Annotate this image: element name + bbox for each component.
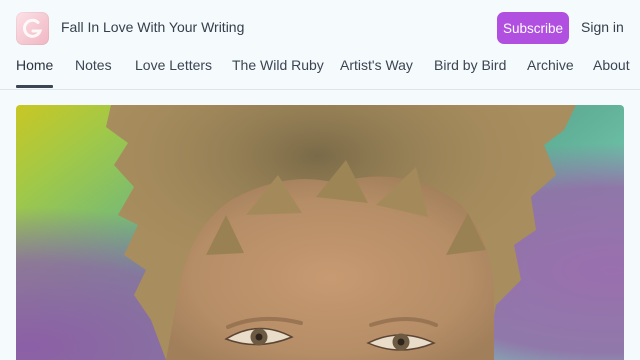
site-header: Fall In Love With Your Writing Subscribe… [0, 0, 640, 56]
nav-item-home[interactable]: Home [16, 57, 54, 88]
nav-item-the-wild-ruby[interactable]: The Wild Ruby [232, 57, 324, 88]
nav-item-love-letters[interactable]: Love Letters [135, 57, 212, 88]
publication-logo-icon[interactable] [16, 12, 49, 45]
nav-item-notes[interactable]: Notes [75, 57, 112, 88]
hero-image[interactable] [16, 105, 624, 360]
subscribe-button[interactable]: Subscribe [497, 12, 569, 44]
nav-bar: Home Notes Love Letters The Wild Ruby Ar… [0, 56, 640, 90]
nav-item-archive[interactable]: Archive [527, 57, 574, 88]
site-title[interactable]: Fall In Love With Your Writing [61, 19, 244, 35]
sign-in-link[interactable]: Sign in [581, 19, 624, 35]
nav-item-about[interactable]: About [593, 57, 630, 88]
nav-item-bird-by-bird[interactable]: Bird by Bird [434, 57, 506, 88]
nav-item-artists-way[interactable]: Artist's Way [340, 57, 413, 88]
